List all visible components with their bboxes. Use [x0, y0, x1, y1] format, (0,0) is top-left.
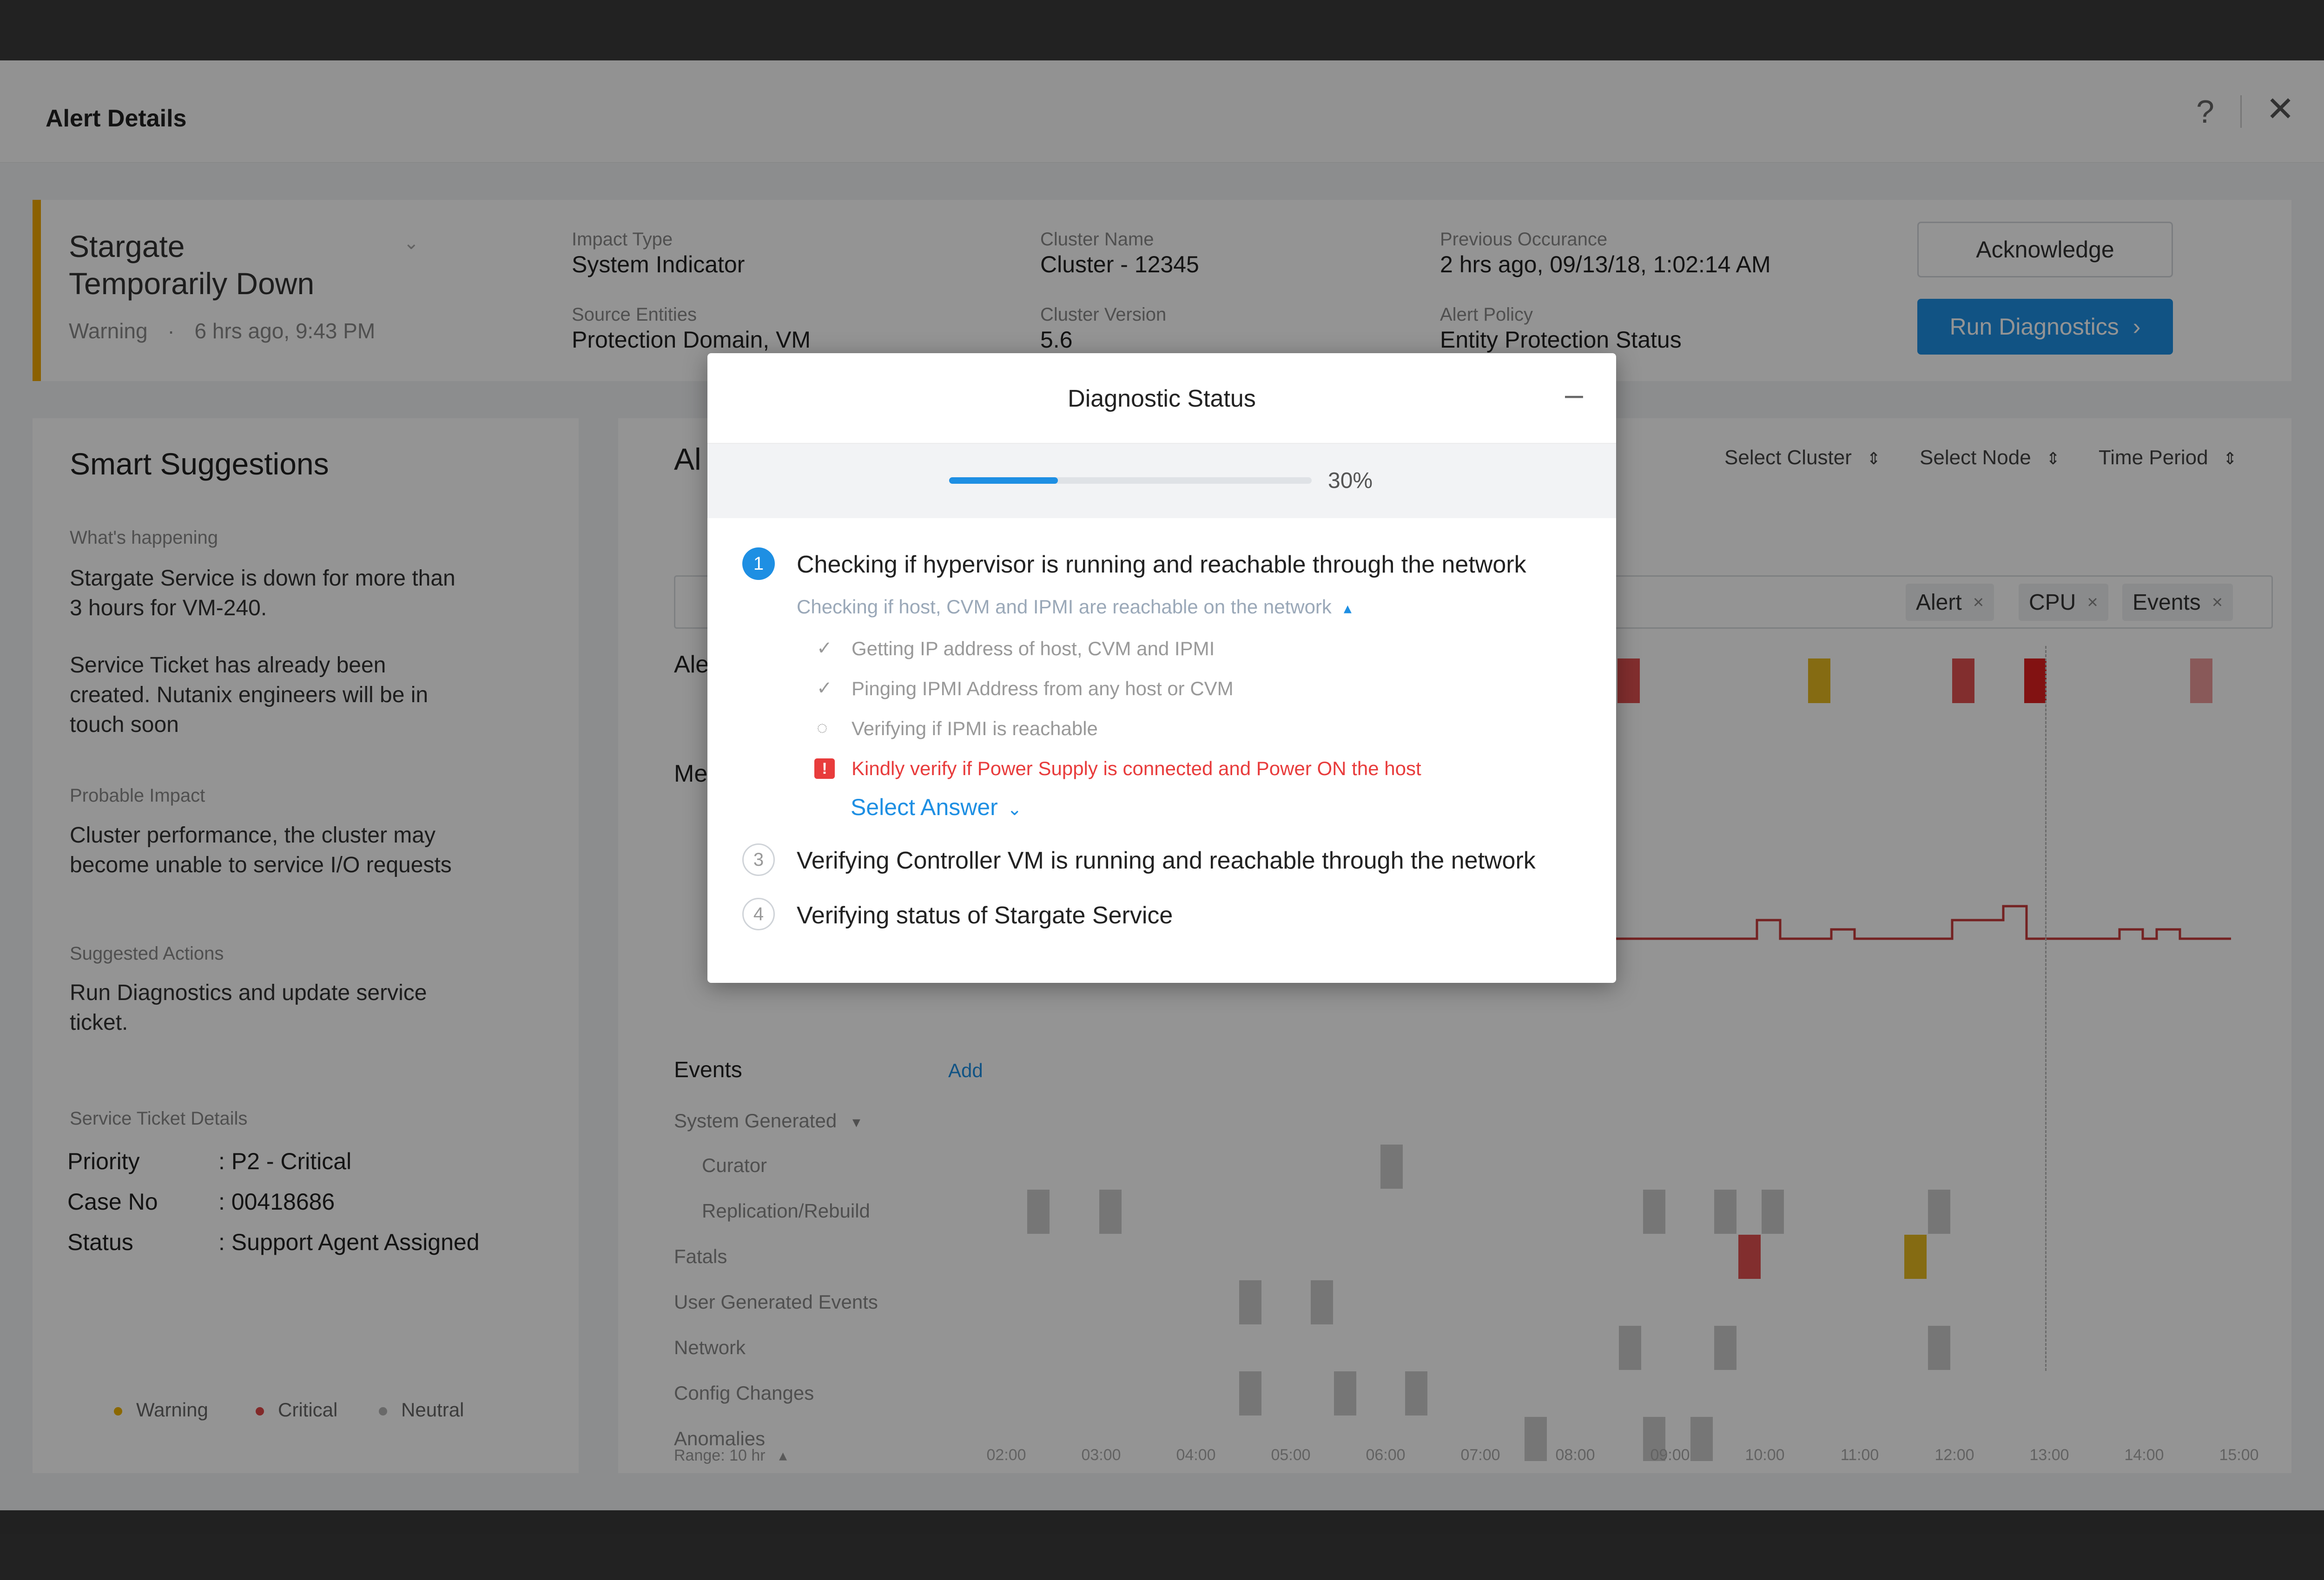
step-3-text: Verifying Controller VM is running and r… [797, 847, 1536, 874]
step-1-number: 1 [742, 547, 775, 580]
substep-get-ip: Getting IP address of host, CVM and IPMI [852, 638, 1215, 659]
dialog-title: Diagnostic Status [1068, 385, 1256, 412]
error-message: Kindly verify if Power Supply is connect… [852, 757, 1421, 779]
chevron-down-icon: ⌄ [1007, 800, 1022, 819]
progress-fill [949, 477, 1058, 484]
substep-verify-ipmi: Verifying if IPMI is reachable [852, 718, 1098, 739]
dialog-header: Diagnostic Status – [707, 353, 1616, 444]
step-1-substep-toggle[interactable]: Checking if host, CVM and IPMI are reach… [797, 596, 1352, 618]
step-4-text: Verifying status of Stargate Service [797, 902, 1173, 929]
check-icon: ✓ [817, 678, 832, 698]
step-4-number: 4 [742, 898, 775, 930]
error-icon: ! [814, 758, 835, 779]
progress-section: 30% [707, 444, 1616, 518]
progress-percent: 30% [1328, 468, 1373, 493]
chevron-up-icon: ▴ [1343, 599, 1352, 617]
progress-track [949, 477, 1312, 484]
spinner-icon: ◌ [817, 718, 828, 738]
check-icon: ✓ [817, 638, 832, 658]
select-answer-dropdown[interactable]: Select Answer ⌄ [851, 794, 1022, 821]
step-1-text: Checking if hypervisor is running and re… [797, 551, 1526, 578]
minimize-icon[interactable]: – [1565, 375, 1583, 413]
diagnostic-status-dialog: Diagnostic Status – 30% 1 Checking if hy… [707, 353, 1616, 983]
substep-ping-ipmi: Pinging IPMI Address from any host or CV… [852, 678, 1234, 699]
step-3-number: 3 [742, 843, 775, 876]
